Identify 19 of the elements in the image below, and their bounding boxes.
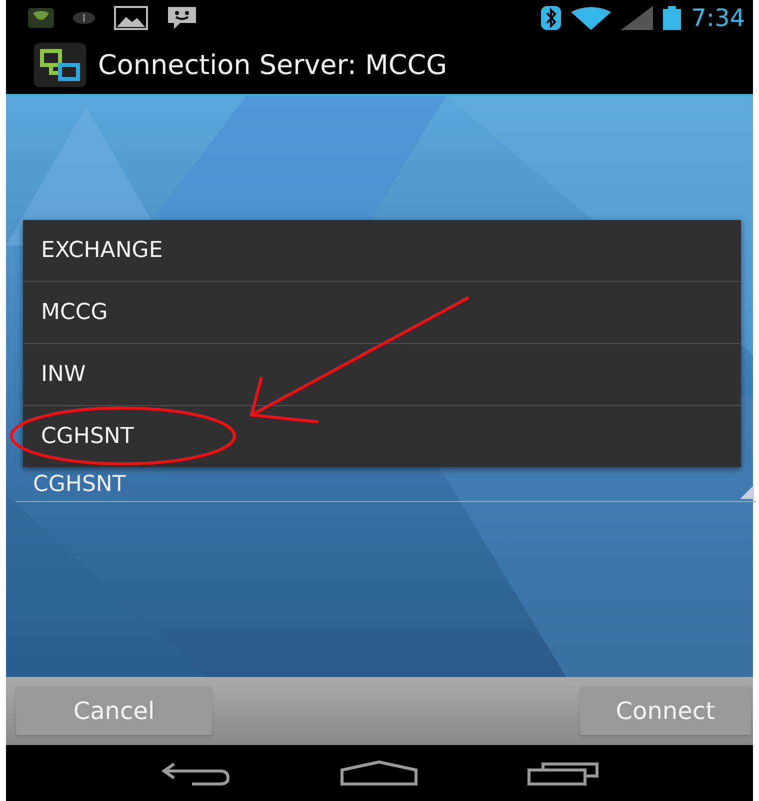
chat-icon [166,5,198,31]
clock-time: 7:34 [691,4,745,32]
dropdown-item[interactable]: INW [23,343,741,405]
image-icon [114,6,148,30]
dropdown-item[interactable]: MCCG [23,281,741,343]
dropdown-item[interactable]: EXCHANGE [23,220,741,281]
info-icon [72,11,96,25]
shield-icon [28,8,54,28]
battery-icon [663,6,682,30]
app-icon [34,43,86,87]
home-icon[interactable] [340,760,418,786]
server-spinner[interactable]: CGHSNT [16,468,756,502]
wifi-icon [571,6,612,30]
signal-icon [621,6,654,30]
recent-apps-icon[interactable] [526,760,599,786]
window-title: Connection Server: MCCG [98,50,448,80]
back-icon[interactable] [160,760,232,786]
bluetooth-icon [541,6,562,30]
dropdown-item[interactable]: CGHSNT [23,405,741,467]
